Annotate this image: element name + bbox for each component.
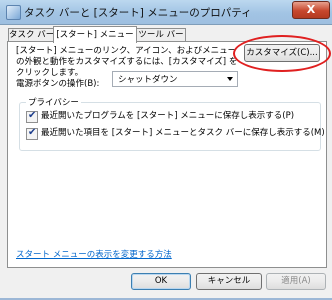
- chevron-down-icon: [227, 77, 233, 81]
- help-link[interactable]: スタート メニューの表示を変更する方法: [16, 248, 172, 260]
- tab-toolbars[interactable]: ツール バー: [136, 28, 186, 42]
- power-button-value: シャットダウン: [118, 75, 178, 85]
- check-icon: ✔: [28, 127, 37, 138]
- privacy-group-label: プライバシー: [26, 96, 81, 108]
- power-button-dropdown[interactable]: シャットダウン: [112, 71, 238, 87]
- programs-checkbox[interactable]: ✔: [26, 110, 38, 123]
- cancel-button[interactable]: キャンセル: [196, 273, 262, 290]
- apply-button[interactable]: 適用(A): [266, 273, 326, 290]
- power-button-label: 電源ボタンの操作(B):: [16, 79, 100, 89]
- title-bar: タスク バーと [スタート] メニューのプロパティ X: [0, 0, 332, 25]
- close-button[interactable]: X: [292, 1, 330, 19]
- tab-start-menu[interactable]: [スタート] メニュー: [53, 26, 137, 43]
- check-icon: ✔: [28, 110, 37, 121]
- items-checkbox-label: 最近開いた項目を [スタート] メニューとタスク バーに保存し表示する(M): [41, 128, 325, 138]
- ok-button[interactable]: OK: [131, 273, 191, 290]
- items-checkbox[interactable]: ✔: [26, 127, 38, 140]
- tab-taskbar[interactable]: タスク バー: [8, 28, 54, 42]
- taskbar-icon: [6, 5, 21, 20]
- programs-checkbox-label: 最近開いたプログラムを [スタート] メニューに保存し表示する(P): [41, 111, 295, 121]
- privacy-group: プライバシー ✔ 最近開いたプログラムを [スタート] メニューに保存し表示する…: [19, 96, 325, 151]
- window-title: タスク バーと [スタート] メニューのプロパティ: [24, 7, 252, 19]
- red-highlight-circle: [233, 35, 331, 72]
- start-menu-panel: [スタート] メニューのリンク、アイコン、およびメニューの外観と動作をカスタマイ…: [7, 35, 331, 268]
